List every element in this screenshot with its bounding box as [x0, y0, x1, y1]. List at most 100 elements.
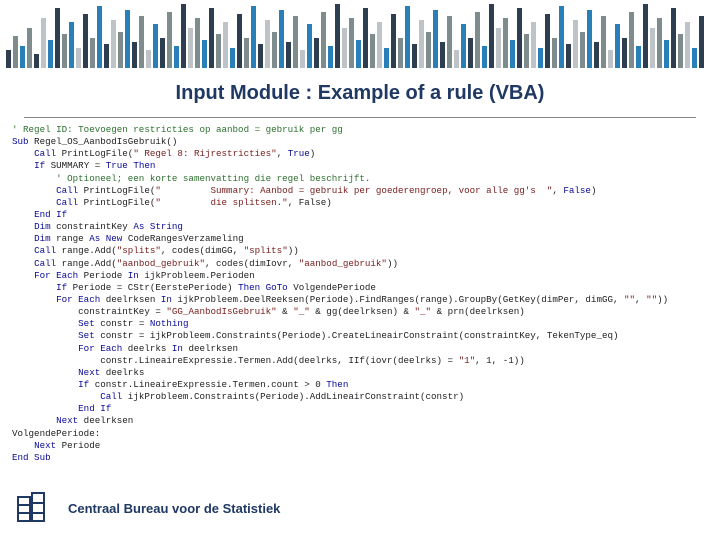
code-line: Next deelrks	[12, 367, 720, 379]
decorative-bar	[699, 16, 704, 68]
decorative-bar	[650, 28, 655, 68]
decorative-bar	[132, 42, 137, 68]
cbs-logo-icon	[12, 487, 54, 529]
decorative-bar	[76, 48, 81, 68]
footer: Centraal Bureau voor de Statistiek	[0, 482, 720, 540]
decorative-bar	[188, 28, 193, 68]
code-line: constr.LineaireExpressie.Termen.Add(deel…	[12, 355, 720, 367]
decorative-bar	[209, 8, 214, 68]
decorative-bar	[83, 14, 88, 68]
code-line: If constr.LineaireExpressie.Termen.count…	[12, 379, 720, 391]
decorative-bar	[517, 8, 522, 68]
code-line: Dim range As New CodeRangesVerzameling	[12, 233, 720, 245]
decorative-bar	[461, 24, 466, 68]
code-line: Set constr = ijkProbleem.Constraints(Per…	[12, 330, 720, 342]
decorative-bar	[293, 16, 298, 68]
decorative-bar	[545, 14, 550, 68]
decorative-bar	[335, 4, 340, 68]
decorative-bar	[685, 22, 690, 68]
decorative-bar	[489, 4, 494, 68]
code-line: VolgendePeriode:	[12, 428, 720, 440]
code-line: Dim constraintKey As String	[12, 221, 720, 233]
decorative-bar	[265, 20, 270, 68]
decorative-bar	[195, 18, 200, 68]
decorative-bar	[202, 40, 207, 68]
decorative-bar	[503, 18, 508, 68]
code-line: Call PrintLogFile(" Regel 8: Rijrestrict…	[12, 148, 720, 160]
decorative-bar	[286, 42, 291, 68]
decorative-bar	[111, 20, 116, 68]
decorative-bar	[524, 34, 529, 68]
decorative-bar	[363, 8, 368, 68]
footer-org-name: Centraal Bureau voor de Statistiek	[68, 501, 280, 516]
decorative-bar	[531, 22, 536, 68]
decorative-bar	[608, 50, 613, 68]
decorative-bar	[328, 46, 333, 68]
decorative-bar	[440, 42, 445, 68]
vba-code-block: ' Regel ID: Toevoegen restricties op aan…	[0, 118, 720, 464]
code-line: Call ijkProbleem.Constraints(Periode).Ad…	[12, 391, 720, 403]
decorative-bar	[692, 48, 697, 68]
decorative-bar	[678, 34, 683, 68]
decorative-bar	[118, 32, 123, 68]
decorative-bar	[300, 50, 305, 68]
decorative-bar	[475, 12, 480, 68]
code-line: Call PrintLogFile(" die splitsen.", Fals…	[12, 197, 720, 209]
decorative-bar	[629, 12, 634, 68]
decorative-bar	[307, 24, 312, 68]
decorative-bar	[181, 4, 186, 68]
decorative-bar	[538, 48, 543, 68]
decorative-bar	[258, 44, 263, 68]
decorative-bar	[398, 38, 403, 68]
decorative-bar	[594, 42, 599, 68]
decorative-bar	[160, 38, 165, 68]
decorative-bar	[349, 18, 354, 68]
decorative-bar	[55, 8, 60, 68]
decorative-bar	[405, 6, 410, 68]
decorative-bar	[468, 38, 473, 68]
decorative-bar	[90, 38, 95, 68]
code-line: For Each deelrks In deelrksen	[12, 343, 720, 355]
decorative-bar	[41, 18, 46, 68]
decorative-bar	[321, 12, 326, 68]
decorative-bar	[664, 40, 669, 68]
decorative-bar	[27, 28, 32, 68]
decorative-bar	[174, 46, 179, 68]
decorative-bar	[601, 16, 606, 68]
decorative-bar	[426, 32, 431, 68]
decorative-bar	[167, 12, 172, 68]
decorative-bar	[356, 40, 361, 68]
decorative-bar	[377, 22, 382, 68]
decorative-bar	[496, 28, 501, 68]
decorative-bar	[62, 34, 67, 68]
decorative-bar	[230, 48, 235, 68]
decorative-bar	[279, 10, 284, 68]
decorative-bar	[272, 32, 277, 68]
title-area: Input Module : Example of a rule (VBA)	[0, 68, 720, 111]
decorative-bar-header	[0, 0, 720, 68]
decorative-bar	[342, 28, 347, 68]
code-line: End Sub	[12, 452, 720, 464]
decorative-bar	[671, 8, 676, 68]
decorative-bar	[125, 10, 130, 68]
code-line: constraintKey = "GG_AanbodIsGebruik" & "…	[12, 306, 720, 318]
decorative-bar	[223, 22, 228, 68]
decorative-bar	[48, 40, 53, 68]
decorative-bar	[146, 50, 151, 68]
decorative-bar	[34, 54, 39, 68]
decorative-bar	[566, 44, 571, 68]
decorative-bar	[20, 46, 25, 68]
code-line: Next deelrksen	[12, 415, 720, 427]
code-line: For Each deelrksen In ijkProbleem.DeelRe…	[12, 294, 720, 306]
decorative-bar	[370, 34, 375, 68]
decorative-bar	[251, 6, 256, 68]
decorative-bar	[447, 16, 452, 68]
code-line: Call PrintLogFile(" Summary: Aanbod = ge…	[12, 185, 720, 197]
decorative-bar	[139, 16, 144, 68]
code-line: If SUMMARY = True Then	[12, 160, 720, 172]
decorative-bar	[643, 4, 648, 68]
decorative-bar	[433, 10, 438, 68]
code-line: End If	[12, 209, 720, 221]
decorative-bar	[615, 24, 620, 68]
decorative-bar	[573, 20, 578, 68]
